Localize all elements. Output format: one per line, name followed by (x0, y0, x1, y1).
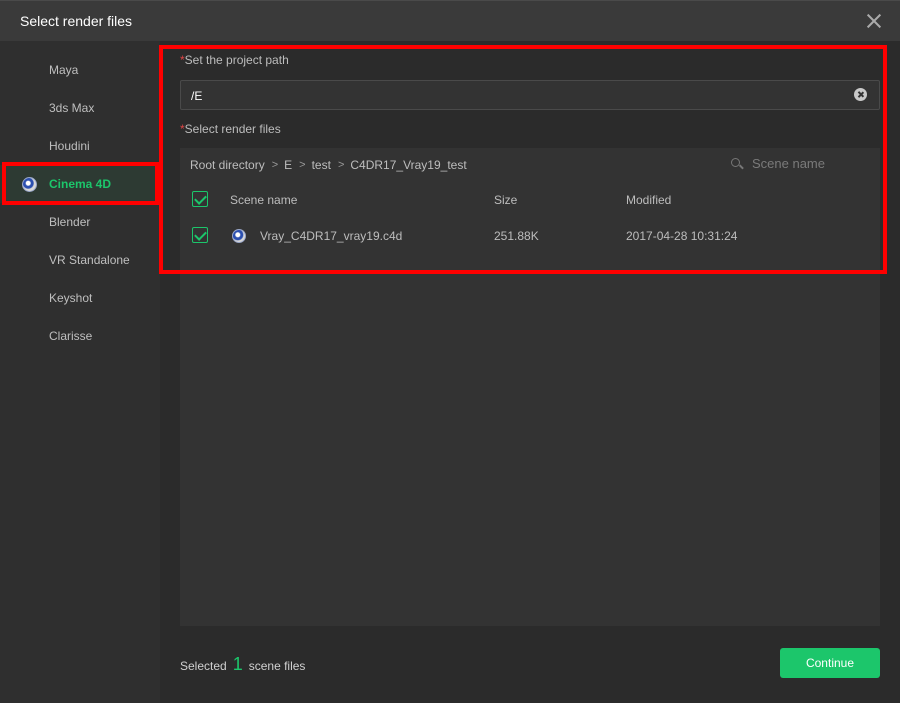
sidebar-item-blender[interactable]: Blender (0, 203, 160, 241)
chevron-right-icon: > (271, 159, 279, 171)
cinema-4d-icon (22, 177, 37, 192)
chevron-right-icon: > (337, 159, 345, 171)
software-sidebar: Maya 3ds Max Houdini Cinema 4D Blender V… (0, 41, 160, 703)
sidebar-item-label: 3ds Max (49, 101, 95, 115)
sidebar-item-vr-standalone[interactable]: VR Standalone (0, 241, 160, 279)
sidebar-item-label: Houdini (49, 139, 90, 153)
dialog-title: Select render files (20, 13, 133, 29)
select-all-checkbox[interactable] (192, 191, 208, 207)
sidebar-item-maya[interactable]: Maya (0, 51, 160, 89)
continue-button[interactable]: Continue (780, 648, 880, 678)
dialog-titlebar: Select render files (0, 0, 900, 41)
file-browser-panel: Root directory > E > test > C4DR17_Vray1… (180, 148, 880, 626)
close-icon[interactable] (866, 13, 882, 29)
breadcrumb-test[interactable]: test (312, 158, 331, 172)
selected-suffix: scene files (248, 659, 306, 673)
row-size: 251.88K (494, 229, 539, 243)
scene-search[interactable] (728, 154, 868, 174)
main-content: *Set the project path *Select render fil… (160, 41, 900, 703)
column-header-size[interactable]: Size (494, 193, 517, 207)
render-files-label-text: Select render files (184, 122, 281, 136)
sidebar-item-keyshot[interactable]: Keyshot (0, 279, 160, 317)
breadcrumb-current[interactable]: C4DR17_Vray19_test (350, 158, 466, 172)
sidebar-item-label: Cinema 4D (49, 177, 112, 191)
clear-icon[interactable] (854, 88, 867, 101)
row-scene-name: Vray_C4DR17_vray19.c4d (260, 229, 403, 243)
sidebar-item-label: Blender (49, 215, 91, 229)
selection-summary: Selected 1 scene files (180, 654, 305, 675)
sidebar-item-houdini[interactable]: Houdini (0, 127, 160, 165)
breadcrumb-root[interactable]: Root directory (190, 158, 265, 172)
sidebar-item-clarisse[interactable]: Clarisse (0, 317, 160, 355)
project-path-field[interactable] (180, 80, 880, 110)
search-icon (731, 158, 740, 167)
project-path-label-text: Set the project path (184, 53, 289, 67)
column-header-scene-name[interactable]: Scene name (230, 193, 297, 207)
project-path-label: *Set the project path (180, 53, 289, 67)
breadcrumb: Root directory > E > test > C4DR17_Vray1… (190, 157, 467, 173)
scene-search-input[interactable] (752, 156, 862, 171)
sidebar-item-label: Maya (49, 63, 79, 77)
selected-count: 1 (232, 654, 243, 674)
column-header-modified[interactable]: Modified (626, 193, 671, 207)
sidebar-item-label: VR Standalone (49, 253, 130, 267)
sidebar-item-label: Clarisse (49, 329, 93, 343)
breadcrumb-e[interactable]: E (284, 158, 292, 172)
cinema-4d-file-icon (232, 229, 246, 243)
sidebar-item-3ds-max[interactable]: 3ds Max (0, 89, 160, 127)
sidebar-item-cinema-4d[interactable]: Cinema 4D (0, 165, 160, 203)
project-path-input[interactable] (191, 89, 831, 103)
row-modified: 2017-04-28 10:31:24 (626, 229, 738, 243)
selected-prefix: Selected (180, 659, 227, 673)
row-checkbox[interactable] (192, 227, 208, 243)
sidebar-item-label: Keyshot (49, 291, 93, 305)
render-files-label: *Select render files (180, 122, 281, 136)
chevron-right-icon: > (299, 159, 306, 171)
